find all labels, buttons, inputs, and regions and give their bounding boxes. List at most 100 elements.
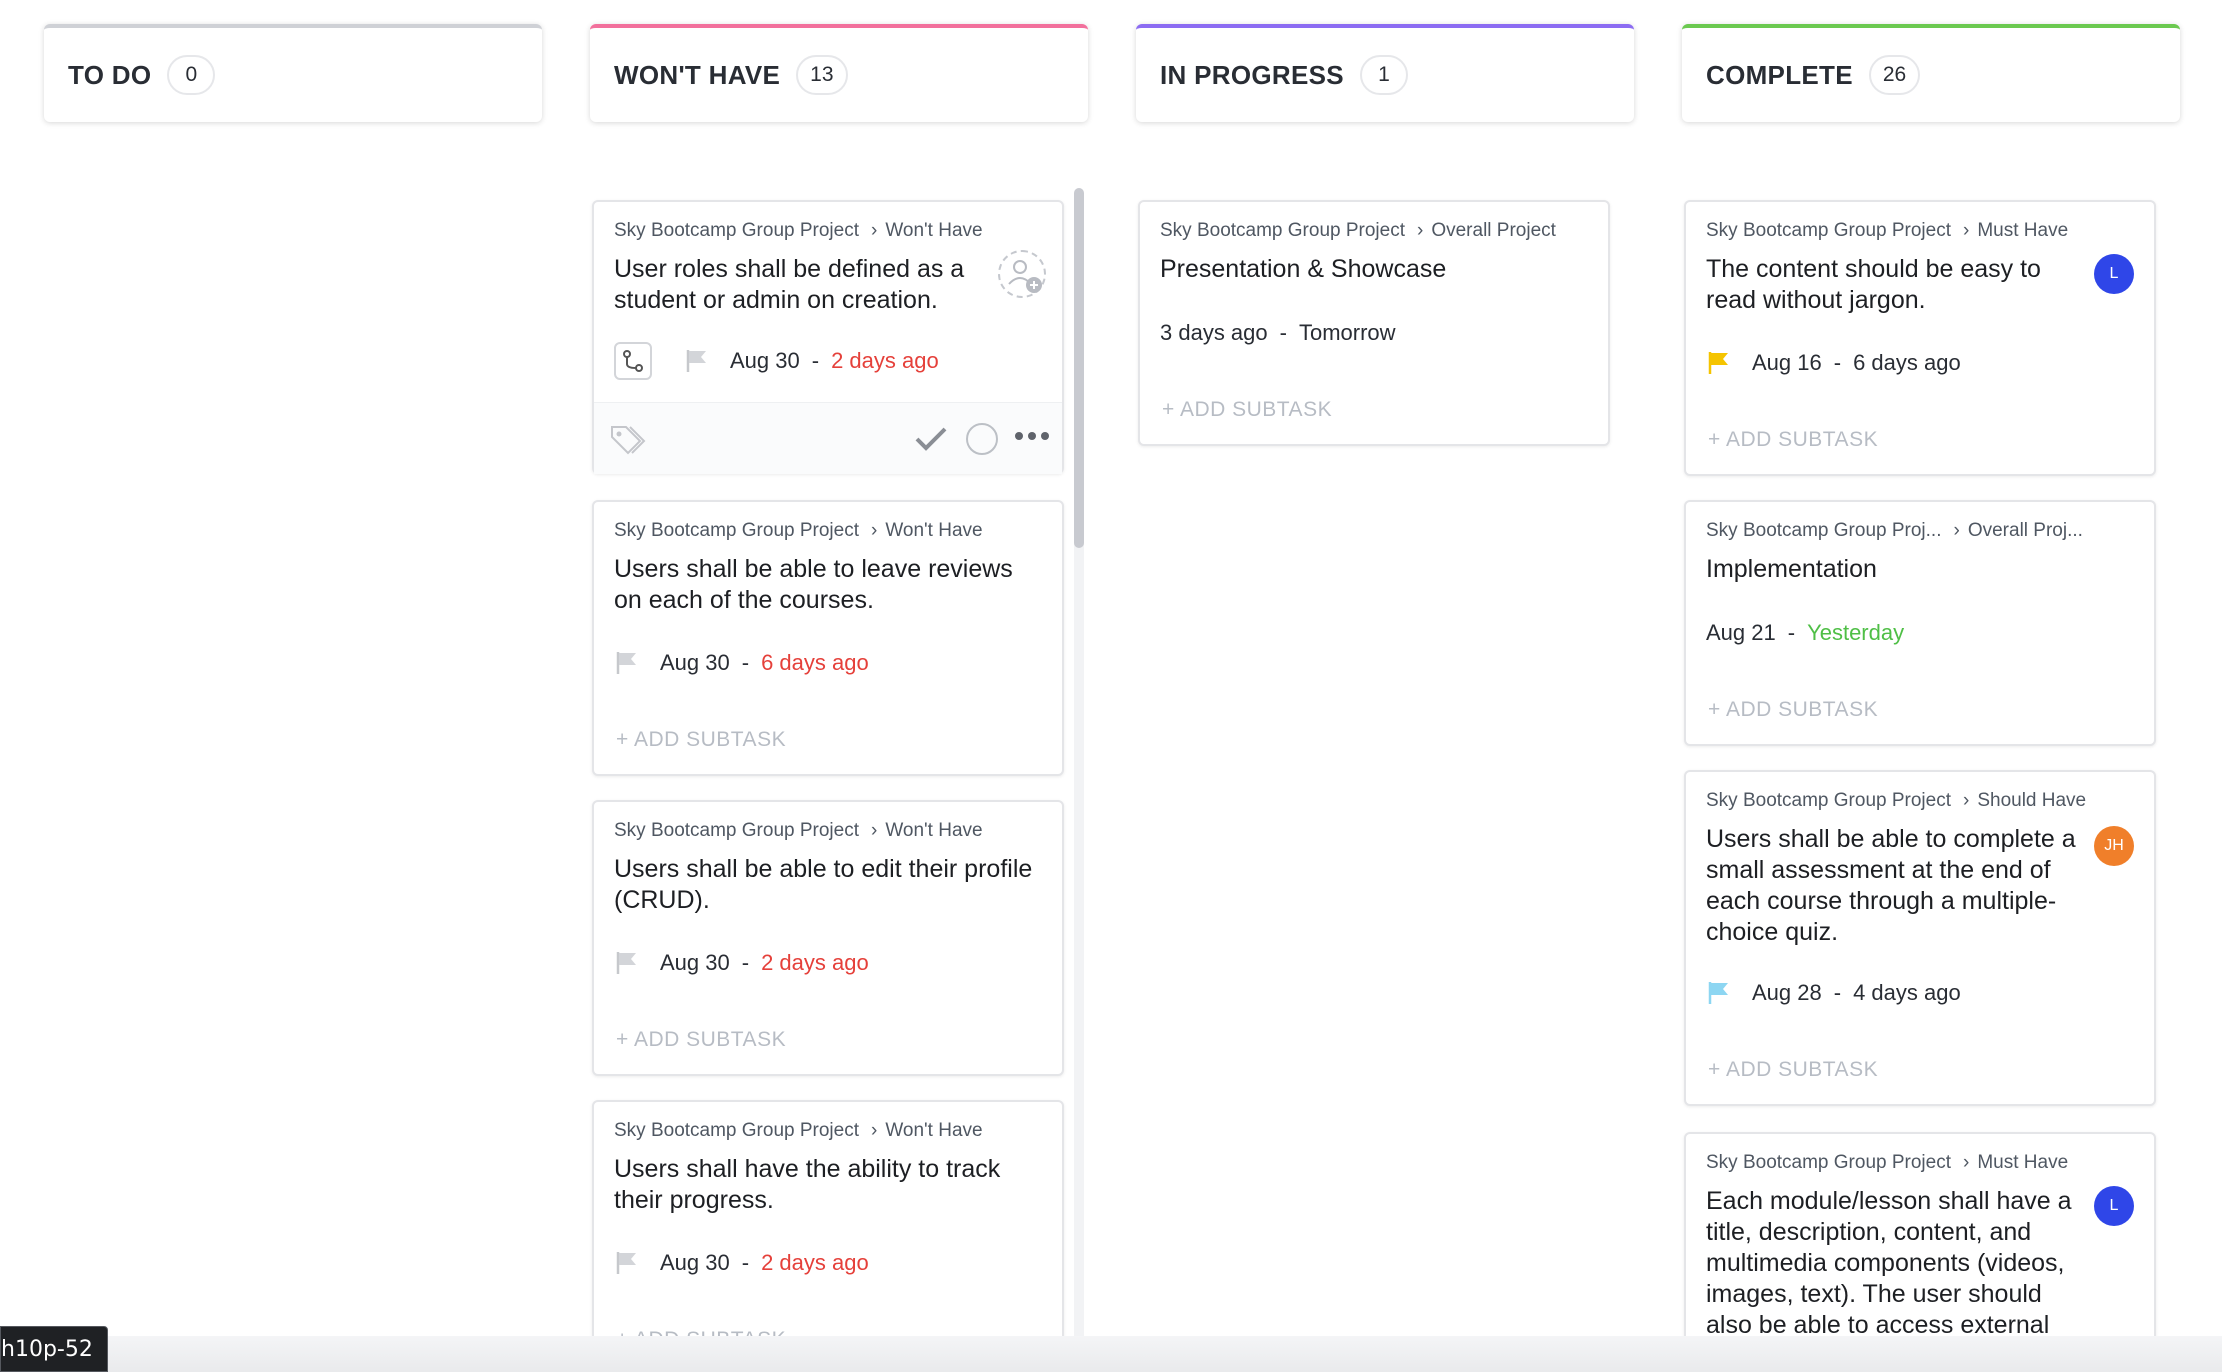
add-subtask-button[interactable]: + ADD SUBTASK — [1708, 698, 1878, 722]
task-title[interactable]: The content should be easy to read witho… — [1706, 254, 2086, 316]
column-wont-have: WON'T HAVE 13 Sky Bootcamp Group Project… — [590, 0, 1088, 1372]
date-separator: - — [741, 650, 750, 675]
date-row: Aug 30 - 2 days ago — [614, 950, 869, 976]
dependency-icon[interactable] — [614, 342, 652, 380]
column-count-badge: 13 — [796, 55, 848, 95]
breadcrumb-project[interactable]: Sky Bootcamp Group Proj... — [1706, 520, 1942, 542]
status-circle-icon[interactable] — [966, 423, 998, 455]
chevron-right-icon: › — [1963, 1152, 1970, 1173]
card-footer-actions — [594, 402, 1062, 474]
breadcrumb-project[interactable]: Sky Bootcamp Group Project — [1706, 1152, 1951, 1174]
task-title[interactable]: Presentation & Showcase — [1160, 254, 1580, 285]
assignee-avatar[interactable]: L — [2094, 254, 2134, 294]
breadcrumb-project[interactable]: Sky Bootcamp Group Project — [614, 820, 859, 842]
due-date[interactable]: Aug 28 — [1752, 980, 1822, 1006]
add-subtask-button[interactable]: + ADD SUBTASK — [616, 728, 786, 752]
chevron-right-icon: › — [871, 1120, 878, 1141]
breadcrumb-project[interactable]: Sky Bootcamp Group Project — [614, 220, 859, 242]
due-date[interactable]: Aug 30 — [730, 348, 800, 374]
column-header-in-progress[interactable]: IN PROGRESS 1 — [1136, 24, 1634, 122]
date-separator: - — [1279, 320, 1287, 345]
due-date[interactable]: Aug 30 — [660, 950, 730, 976]
add-subtask-button[interactable]: + ADD SUBTASK — [616, 1028, 786, 1052]
breadcrumb-list[interactable]: Overall Project — [1431, 220, 1556, 242]
column-todo: TO DO 0 — [44, 0, 542, 1372]
column-header-wont-have[interactable]: WON'T HAVE 13 — [590, 24, 1088, 122]
column-title: IN PROGRESS — [1160, 59, 1344, 90]
start-date[interactable]: 3 days ago — [1160, 320, 1268, 346]
breadcrumb[interactable]: Sky Bootcamp Group Project › Won't Have — [614, 1120, 1042, 1142]
relative-date: 2 days ago — [761, 950, 869, 975]
breadcrumb[interactable]: Sky Bootcamp Group Project › Won't Have — [614, 520, 1042, 542]
column-header-todo[interactable]: TO DO 0 — [44, 24, 542, 122]
flag-cyan-icon[interactable] — [1706, 980, 1732, 1006]
breadcrumb-project[interactable]: Sky Bootcamp Group Project — [1706, 220, 1951, 242]
task-card[interactable]: Sky Bootcamp Group Project › Won't Have … — [592, 1100, 1064, 1372]
task-title[interactable]: Users shall be able to leave re­views on… — [614, 554, 1034, 616]
column-count-badge: 26 — [1868, 55, 1921, 95]
task-title[interactable]: Users shall be able to edit their profil… — [614, 854, 1034, 916]
flag-grey-icon[interactable] — [614, 1250, 640, 1276]
add-subtask-button[interactable]: + ADD SUBTASK — [1708, 428, 1878, 452]
breadcrumb-list[interactable]: Overall Proj... — [1968, 520, 2083, 542]
task-card[interactable]: Sky Bootcamp Group Project › Won't Have … — [592, 200, 1064, 474]
due-date[interactable]: Aug 21 — [1706, 620, 1776, 646]
column-title: COMPLETE — [1706, 59, 1853, 90]
tag-icon[interactable] — [608, 423, 646, 455]
breadcrumb-list[interactable]: Must Have — [1977, 1152, 2068, 1174]
breadcrumb[interactable]: Sky Bootcamp Group Proj... › Overall Pro… — [1706, 520, 2134, 542]
task-title[interactable]: Users shall have the ability to track th… — [614, 1154, 1034, 1216]
task-card[interactable]: Sky Bootcamp Group Proj... › Overall Pro… — [1684, 500, 2156, 746]
add-subtask-button[interactable]: + ADD SUBTASK — [1162, 398, 1332, 422]
assignee-avatar[interactable]: L — [2094, 1186, 2134, 1226]
task-card[interactable]: Sky Bootcamp Group Project › Must Have T… — [1684, 200, 2156, 476]
breadcrumb[interactable]: Sky Bootcamp Group Project › Overall Pro… — [1160, 220, 1588, 242]
flag-yellow-icon[interactable] — [1706, 350, 1732, 376]
task-title[interactable]: Implementation — [1706, 554, 2126, 585]
more-options-icon[interactable] — [1014, 429, 1050, 443]
breadcrumb-project[interactable]: Sky Bootcamp Group Project — [614, 1120, 859, 1142]
due-date[interactable]: Tomorrow — [1299, 320, 1396, 346]
flag-grey-icon[interactable] — [614, 950, 640, 976]
breadcrumb-list[interactable]: Won't Have — [885, 820, 982, 842]
task-card[interactable]: Sky Bootcamp Group Project › Won't Have … — [592, 500, 1064, 776]
breadcrumb[interactable]: Sky Bootcamp Group Project › Must Have — [1706, 220, 2134, 242]
column-scrollbar-thumb[interactable] — [1074, 188, 1084, 548]
breadcrumb-list[interactable]: Won't Have — [885, 1120, 982, 1142]
breadcrumb-project[interactable]: Sky Bootcamp Group Project — [1160, 220, 1405, 242]
chevron-right-icon: › — [871, 520, 878, 541]
assignee-avatar[interactable]: JH — [2094, 826, 2134, 866]
flag-grey-icon[interactable] — [614, 650, 640, 676]
add-assignee-icon[interactable] — [998, 250, 1046, 298]
task-card[interactable]: Sky Bootcamp Group Project › Won't Have … — [592, 800, 1064, 1076]
column-count-badge: 1 — [1359, 55, 1408, 95]
task-title[interactable]: Users shall be able to complete a small … — [1706, 824, 2086, 948]
breadcrumb[interactable]: Sky Bootcamp Group Project › Should Have — [1706, 790, 2134, 812]
add-subtask-button[interactable]: + ADD SUBTASK — [1708, 1058, 1878, 1082]
due-date[interactable]: Aug 16 — [1752, 350, 1822, 376]
date-row: Aug 30 - 6 days ago — [614, 650, 869, 676]
breadcrumb-list[interactable]: Should Have — [1977, 790, 2086, 812]
breadcrumb[interactable]: Sky Bootcamp Group Project › Must Have — [1706, 1152, 2134, 1174]
breadcrumb[interactable]: Sky Bootcamp Group Project › Won't Have — [614, 820, 1042, 842]
task-card[interactable]: Sky Bootcamp Group Project › Overall Pro… — [1138, 200, 1610, 446]
column-title: TO DO — [68, 59, 152, 90]
column-header-complete[interactable]: COMPLETE 26 — [1682, 24, 2180, 122]
breadcrumb-list[interactable]: Won't Have — [885, 220, 982, 242]
due-date[interactable]: Aug 30 — [660, 1250, 730, 1276]
date-row: Aug 28 - 4 days ago — [1706, 980, 1961, 1006]
column-complete: COMPLETE 26 Sky Bootcamp Group Project ›… — [1682, 0, 2180, 1372]
breadcrumb-project[interactable]: Sky Bootcamp Group Project — [614, 520, 859, 542]
flag-grey-icon[interactable] — [684, 348, 710, 374]
breadcrumb-list[interactable]: Must Have — [1977, 220, 2068, 242]
breadcrumb-project[interactable]: Sky Bootcamp Group Project — [1706, 790, 1951, 812]
task-title[interactable]: User roles shall be defined as a student… — [614, 254, 994, 316]
date-separator: - — [741, 950, 750, 975]
breadcrumb-list[interactable]: Won't Have — [885, 520, 982, 542]
task-card[interactable]: Sky Bootcamp Group Project › Should Have… — [1684, 770, 2156, 1106]
chevron-right-icon: › — [871, 220, 878, 241]
bottom-bar — [0, 1336, 2222, 1372]
due-date[interactable]: Aug 30 — [660, 650, 730, 676]
check-icon[interactable] — [914, 425, 948, 453]
breadcrumb[interactable]: Sky Bootcamp Group Project › Won't Have — [614, 220, 1042, 242]
